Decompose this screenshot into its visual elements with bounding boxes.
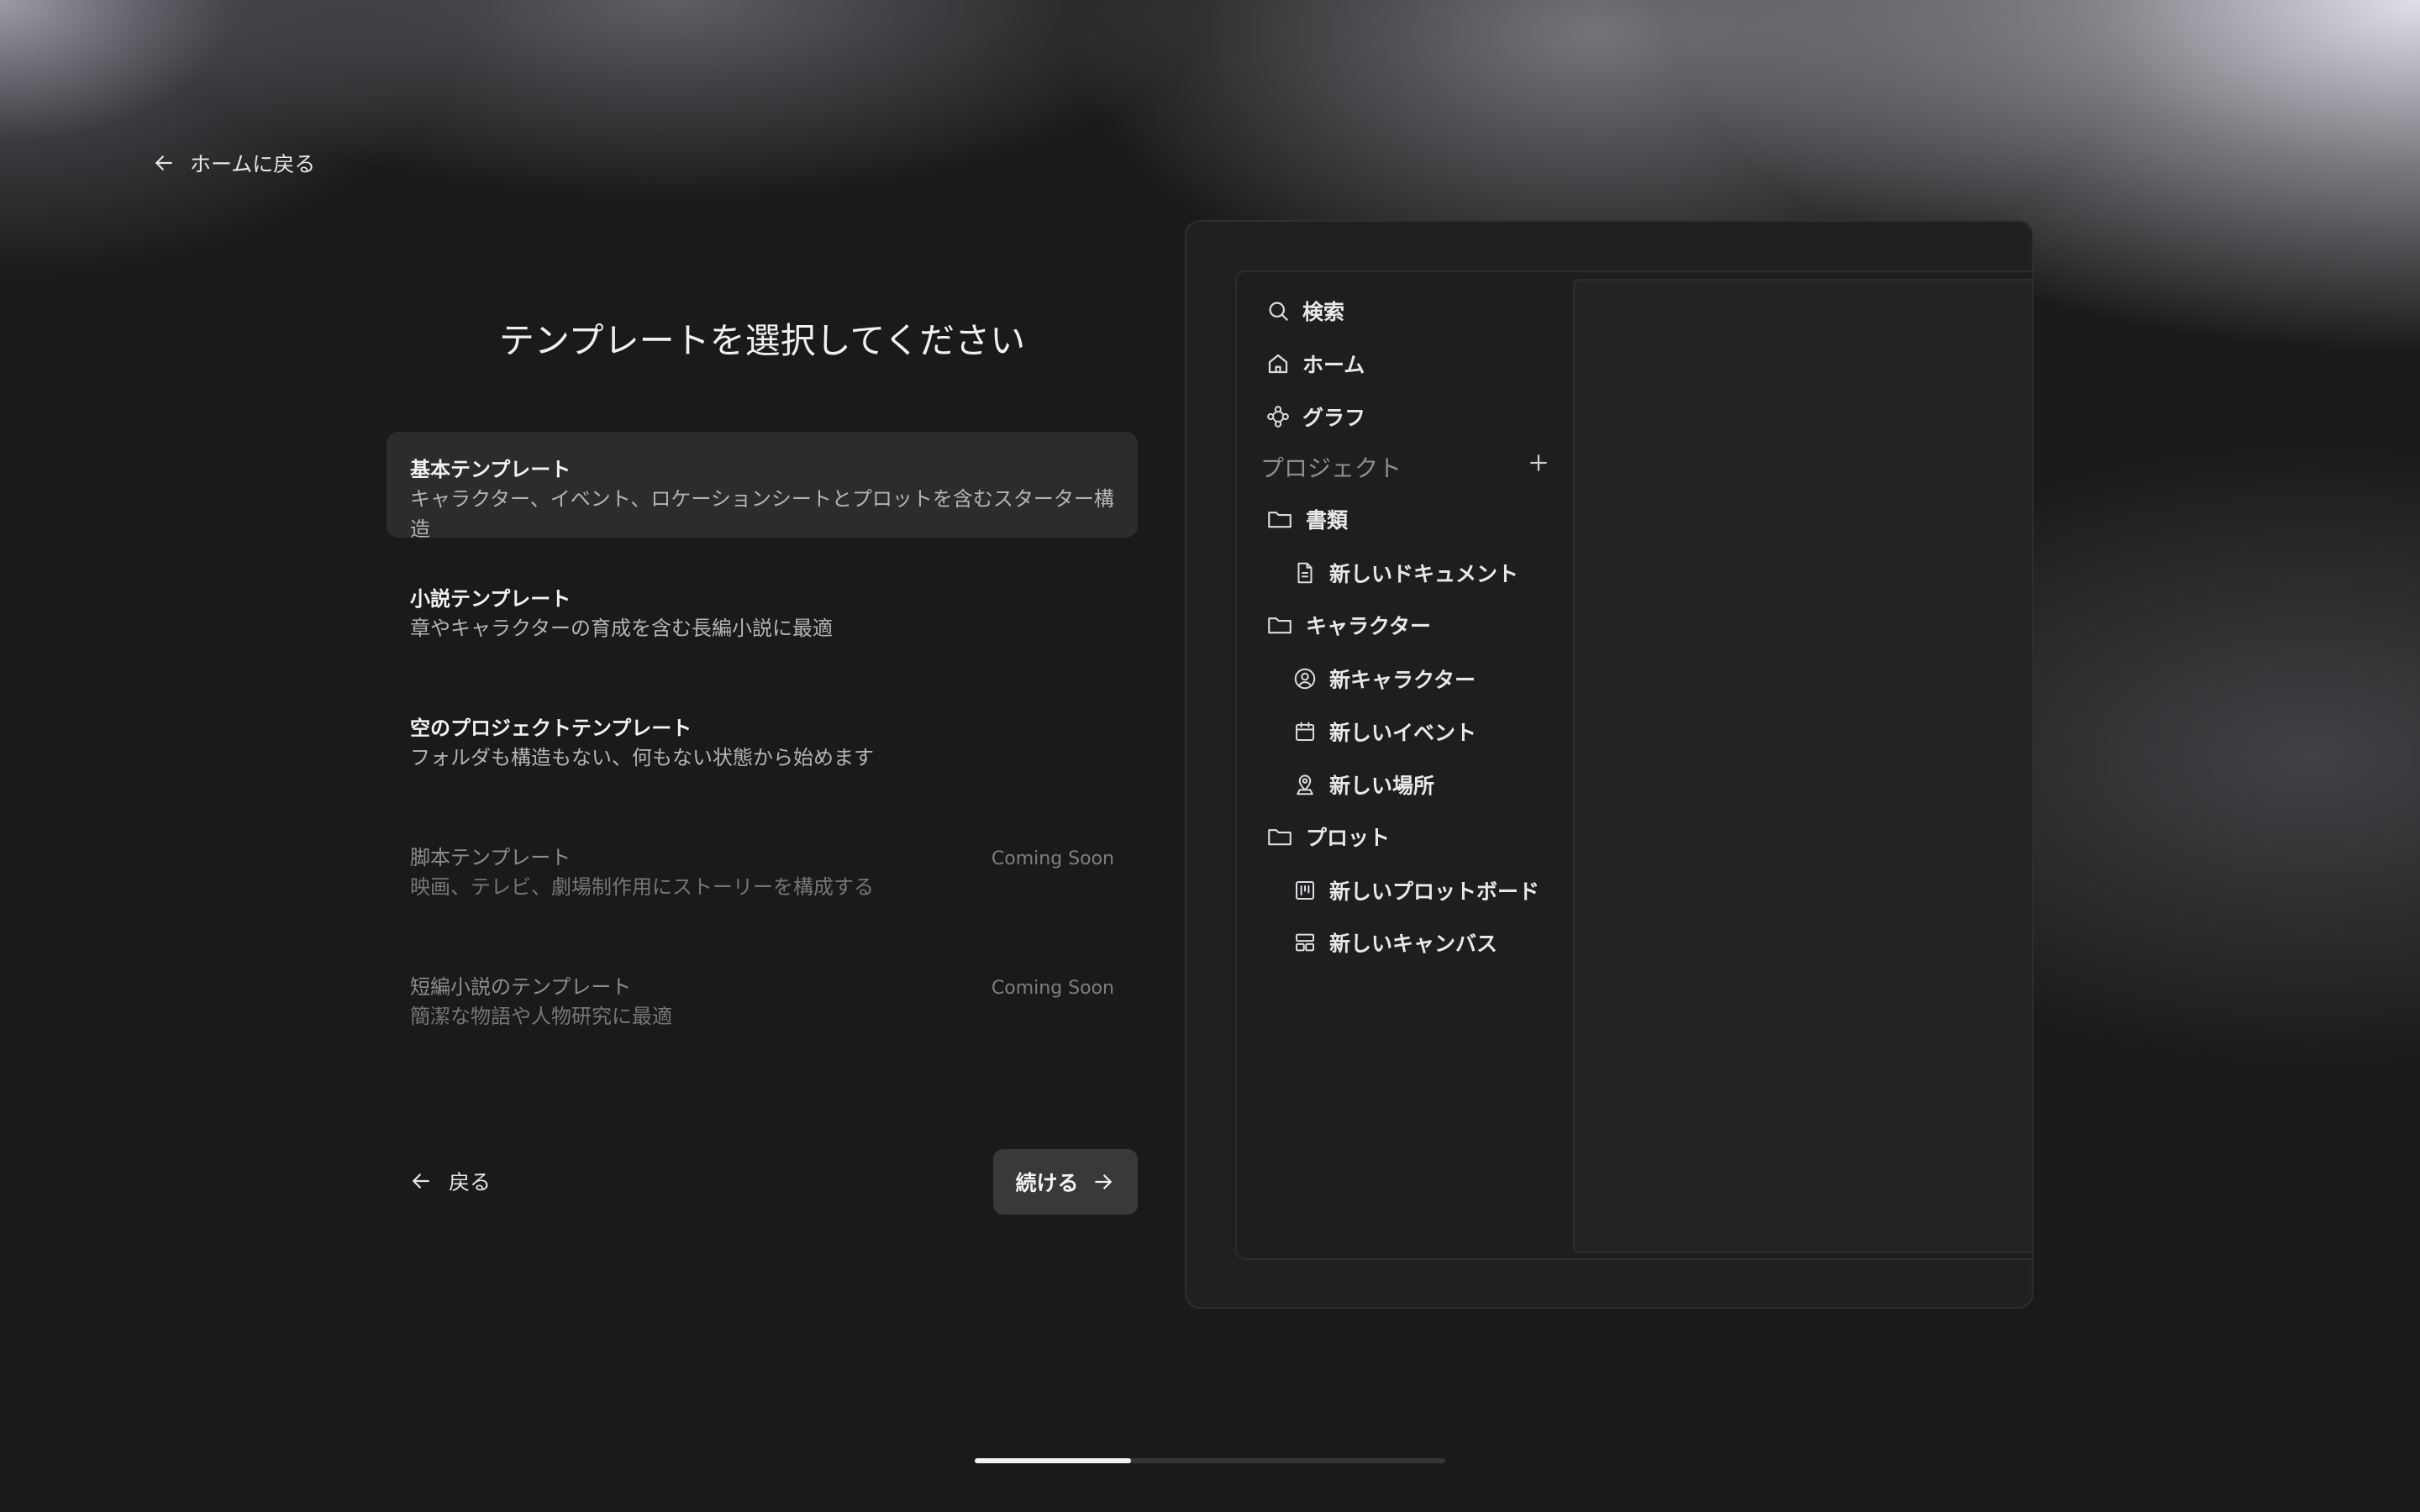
back-to-home-link[interactable]: ホームに戻る [151, 148, 315, 178]
document-icon [1297, 562, 1313, 584]
tree-label: 新しいプロットボード [1329, 879, 1540, 904]
arrow-left-icon [155, 155, 172, 171]
preview-folder-plot: プロット [1265, 820, 1390, 853]
preview-item-new-document: 新しいドキュメント [1292, 556, 1518, 590]
layout-icon [1296, 933, 1314, 952]
template-preview: 検索 ホーム グラフ プロジェクト 書類 新しいドキュメント キャラクター 新キ… [1185, 220, 2033, 1309]
preview-window: 検索 ホーム グラフ プロジェクト 書類 新しいドキュメント キャラクター 新キ… [1235, 270, 2032, 1260]
template-option-basic[interactable]: 基本テンプレート キャラクター、イベント、ロケーションシートとプロットを含むスタ… [387, 432, 1138, 541]
preview-item-new-event: 新しいイベント [1292, 715, 1476, 748]
tree-label: 新しい場所 [1329, 774, 1435, 798]
tree-label: 新しいドキュメント [1329, 562, 1519, 586]
tree-label: 新しいイベント [1329, 721, 1477, 745]
tree-label: プロット [1306, 826, 1391, 850]
template-list: 基本テンプレート キャラクター、イベント、ロケーションシートとプロットを含むスタ… [387, 432, 1138, 1079]
template-name: 基本テンプレート [410, 458, 571, 481]
template-description: 章やキャラクターの育成を含む長編小説に最適 [410, 617, 834, 640]
back-to-home-label: ホームに戻る [190, 152, 316, 176]
nav-label: 検索 [1302, 300, 1345, 324]
tree-label: 書類 [1306, 508, 1349, 533]
preview-item-new-location: 新しい場所 [1292, 768, 1434, 801]
home-icon [1268, 354, 1288, 374]
preview-nav-search: 検索 [1265, 294, 1344, 328]
page-title: テンプレートを選択してください [498, 320, 1026, 361]
tree-label: キャラクター [1306, 614, 1432, 638]
preview-nav-graph: グラフ [1265, 400, 1365, 433]
preview-item-new-character: 新キャラクター [1292, 662, 1476, 696]
template-description: フォルダも構造もない、何もない状態から始めます [410, 746, 874, 769]
tree-label: 新しいキャンバス [1329, 932, 1498, 956]
coming-soon-badge: Coming Soon [991, 848, 1114, 869]
preview-folder-documents: 書類 [1265, 502, 1348, 536]
back-button-label: 戻る [449, 1170, 492, 1194]
onboarding-progress [975, 1458, 1445, 1463]
folder-icon [1268, 512, 1292, 528]
template-name: 小説テンプレート [410, 587, 571, 611]
graph-icon [1267, 406, 1289, 428]
progress-fill [975, 1458, 1132, 1463]
folder-icon [1268, 829, 1292, 846]
back-button[interactable]: 戻る [408, 1166, 491, 1196]
nav-label: ホーム [1302, 353, 1365, 377]
preview-nav-home: ホーム [1265, 347, 1365, 381]
onboarding-screen: ホームに戻る テンプレートを選択してください 基本テンプレート キャラクター、イ… [0, 0, 2420, 1512]
plus-icon [1530, 454, 1547, 471]
calendar-icon [1296, 722, 1314, 741]
search-icon [1269, 302, 1288, 321]
preview-folder-characters: キャラクター [1265, 608, 1431, 642]
template-option-short-story: 短編小説のテンプレート 簡潔な物語や人物研究に最適 Coming Soon [387, 949, 1138, 1055]
continue-button[interactable]: 続ける [993, 1149, 1138, 1215]
template-description: 映画、テレビ、劇場制作用にストーリーを構成する [410, 875, 874, 899]
template-option-novel[interactable]: 小説テンプレート 章やキャラクターの育成を含む長編小説に最適 [387, 561, 1138, 667]
arrow-right-icon [1094, 1174, 1112, 1189]
coming-soon-badge: Coming Soon [991, 978, 1114, 999]
user-circle-icon [1294, 668, 1316, 690]
preview-item-new-canvas: 新しいキャンバス [1292, 926, 1497, 959]
arrow-left-icon [413, 1173, 429, 1189]
folder-icon [1268, 617, 1292, 634]
nav-label: グラフ [1302, 406, 1366, 430]
template-description: 簡潔な物語や人物研究に最適 [410, 1005, 672, 1028]
template-name: 空のプロジェクトテンプレート [410, 717, 692, 740]
tree-label: 新キャラクター [1329, 668, 1476, 692]
map-pin-icon [1297, 774, 1313, 795]
template-option-empty[interactable]: 空のプロジェクトテンプレート フォルダも構造もない、何もない状態から始めます [387, 690, 1138, 796]
template-option-screenplay: 脚本テンプレート 映画、テレビ、劇場制作用にストーリーを構成する Coming … [387, 820, 1138, 926]
project-section-label: プロジェクト [1260, 454, 1402, 482]
preview-item-new-plotboard: 新しいプロットボード [1292, 874, 1539, 907]
kanban-icon [1296, 881, 1314, 900]
template-description: キャラクター、イベント、ロケーションシートとプロットを含むスターター構造 [410, 487, 1114, 541]
continue-button-label: 続ける [1015, 1171, 1079, 1195]
preview-content-area [1573, 279, 2032, 1253]
